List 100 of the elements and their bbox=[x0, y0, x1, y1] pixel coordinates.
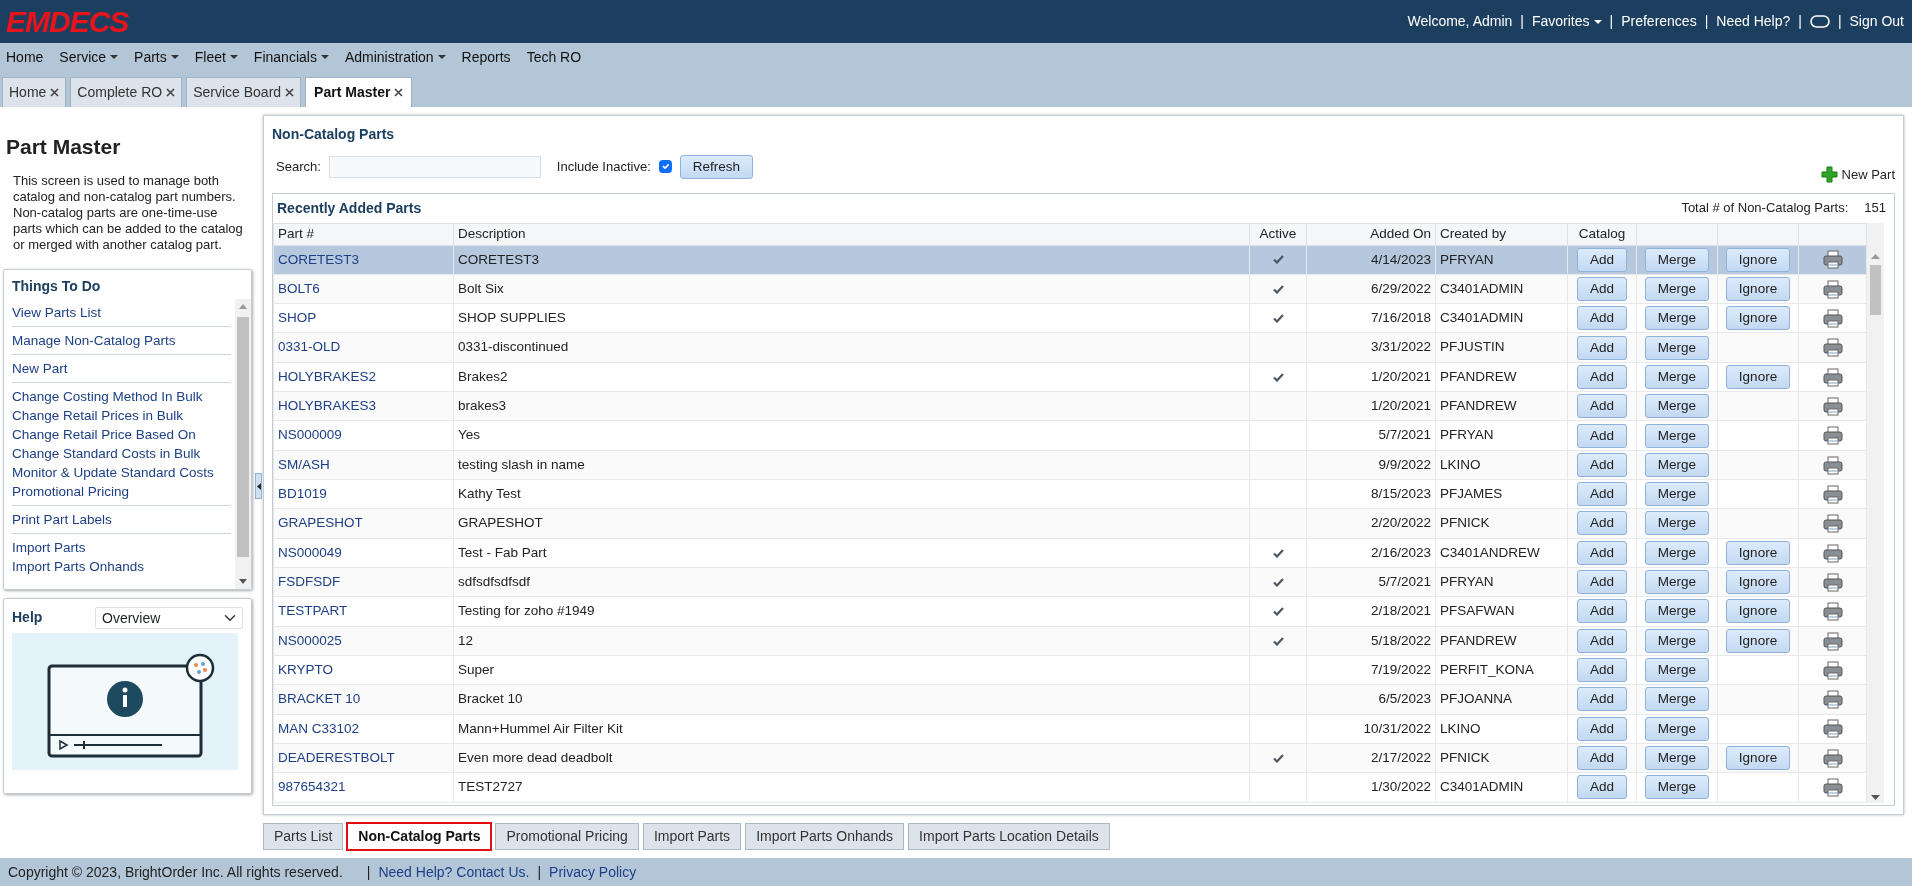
printer-icon[interactable] bbox=[1822, 338, 1843, 358]
part-link[interactable]: KRYPTO bbox=[278, 661, 334, 677]
printer-icon[interactable] bbox=[1822, 602, 1843, 622]
table-row[interactable]: BD1019 Kathy Test 8/15/2023 PFJAMES Add Merge bbox=[273, 479, 1867, 509]
merge-button[interactable]: Merge bbox=[1644, 335, 1710, 360]
merge-button[interactable]: Merge bbox=[1644, 775, 1710, 800]
add-button[interactable]: Add bbox=[1577, 364, 1627, 389]
add-button[interactable]: Add bbox=[1577, 335, 1627, 360]
printer-icon[interactable] bbox=[1822, 279, 1843, 299]
tab[interactable]: Import Parts bbox=[642, 823, 742, 850]
collapse-handle[interactable] bbox=[255, 473, 262, 499]
menu-item[interactable]: Administration bbox=[344, 46, 446, 68]
table-row[interactable]: CORETEST3 CORETEST3 4/14/2023 PFRYAN Add Merge Ignore bbox=[273, 245, 1867, 275]
add-button[interactable]: Add bbox=[1577, 687, 1627, 712]
ignore-button[interactable]: Ignore bbox=[1725, 276, 1791, 301]
add-button[interactable]: Add bbox=[1577, 540, 1627, 565]
printer-icon[interactable] bbox=[1822, 309, 1843, 329]
menu-item[interactable]: Fleet bbox=[194, 46, 238, 68]
header-link[interactable]: Preferences bbox=[1621, 11, 1697, 32]
task-link[interactable]: Manage Non-Catalog Parts bbox=[12, 330, 231, 350]
ignore-button[interactable]: Ignore bbox=[1725, 628, 1791, 653]
favorites-menu[interactable]: Favorites bbox=[1531, 11, 1602, 32]
printer-icon[interactable] bbox=[1822, 719, 1843, 739]
scrollbar[interactable] bbox=[1867, 222, 1884, 803]
printer-icon[interactable] bbox=[1822, 426, 1843, 446]
close-icon[interactable] bbox=[50, 88, 60, 97]
task-link[interactable]: Change Costing Method In Bulk bbox=[12, 386, 231, 406]
refresh-button[interactable]: Refresh bbox=[679, 154, 754, 179]
printer-icon[interactable] bbox=[1822, 748, 1843, 768]
merge-button[interactable]: Merge bbox=[1644, 687, 1710, 712]
task-link[interactable]: Change Retail Price Based On bbox=[12, 424, 231, 444]
printer-icon[interactable] bbox=[1822, 484, 1843, 504]
tab[interactable]: Home bbox=[2, 77, 67, 107]
add-button[interactable]: Add bbox=[1577, 599, 1627, 624]
table-row[interactable]: KRYPTO Super 7/19/2022 PERFIT_KONA Add Merge bbox=[273, 655, 1867, 685]
header-link[interactable]: Sign Out bbox=[1849, 11, 1904, 32]
ignore-button[interactable]: Ignore bbox=[1725, 364, 1791, 389]
part-link[interactable]: BD1019 bbox=[278, 486, 327, 502]
close-icon[interactable] bbox=[394, 88, 404, 97]
ignore-button[interactable]: Ignore bbox=[1725, 745, 1791, 770]
task-link[interactable]: Promotional Pricing bbox=[12, 481, 231, 501]
tab[interactable]: Service Board bbox=[186, 77, 302, 107]
table-row[interactable]: DEADERESTBOLT Even more dead deadbolt 2/17/2022 PFNICK Add Merge Ignore bbox=[273, 743, 1867, 773]
tab[interactable]: Complete RO bbox=[70, 77, 183, 107]
table-row[interactable]: HOLYBRAKES3 brakes3 1/20/2021 PFANDREW Add Merge bbox=[273, 391, 1867, 421]
menu-item[interactable]: Reports bbox=[461, 46, 511, 68]
topic-select[interactable]: Overview bbox=[95, 606, 243, 629]
search-field[interactable] bbox=[328, 155, 541, 178]
printer-icon[interactable] bbox=[1822, 572, 1843, 592]
toggle-icon[interactable] bbox=[1809, 15, 1830, 28]
merge-button[interactable]: Merge bbox=[1644, 482, 1710, 507]
table-row[interactable]: BRACKET 10 Bracket 10 6/5/2023 PFJOANNA Add Merge bbox=[273, 684, 1867, 714]
printer-icon[interactable] bbox=[1822, 367, 1843, 387]
tab[interactable]: Part Master bbox=[305, 77, 413, 107]
merge-button[interactable]: Merge bbox=[1644, 745, 1710, 770]
menu-item[interactable]: Tech RO bbox=[526, 46, 582, 68]
table-row[interactable]: NS000049 Test - Fab Part 2/16/2023 C3401ANDREW Add Merge Ignore bbox=[273, 538, 1867, 568]
add-button[interactable]: Add bbox=[1577, 628, 1627, 653]
merge-button[interactable]: Merge bbox=[1644, 511, 1710, 536]
add-button[interactable]: Add bbox=[1577, 658, 1627, 683]
printer-icon[interactable] bbox=[1822, 778, 1843, 798]
merge-button[interactable]: Merge bbox=[1644, 276, 1710, 301]
ignore-button[interactable]: Ignore bbox=[1725, 570, 1791, 595]
part-link[interactable]: BOLT6 bbox=[278, 280, 320, 296]
add-button[interactable]: Add bbox=[1577, 306, 1627, 331]
printer-icon[interactable] bbox=[1822, 631, 1843, 651]
part-link[interactable]: SHOP bbox=[278, 310, 317, 326]
close-icon[interactable] bbox=[285, 88, 295, 97]
table-row[interactable]: BOLT6 Bolt Six 6/29/2022 C3401ADMIN Add Merge Ignore bbox=[273, 274, 1867, 304]
part-link[interactable]: 0331-OLD bbox=[278, 339, 341, 355]
add-button[interactable]: Add bbox=[1577, 452, 1627, 477]
menu-item[interactable]: Parts bbox=[134, 46, 179, 68]
printer-icon[interactable] bbox=[1822, 397, 1843, 417]
tab[interactable]: Import Parts Location Details bbox=[908, 823, 1110, 850]
printer-icon[interactable] bbox=[1822, 543, 1843, 563]
table-row[interactable]: NS000009 Yes 5/7/2021 PFRYAN Add Merge bbox=[273, 420, 1867, 451]
task-link[interactable]: Import Parts Onhands bbox=[12, 556, 235, 576]
ignore-button[interactable]: Ignore bbox=[1725, 306, 1791, 331]
add-button[interactable]: Add bbox=[1577, 482, 1627, 507]
part-link[interactable]: FSDFSDF bbox=[278, 573, 341, 589]
merge-button[interactable]: Merge bbox=[1644, 306, 1710, 331]
table-row[interactable]: HOLYBRAKES2 Brakes2 1/20/2021 PFANDREW Add Merge Ignore bbox=[273, 362, 1867, 392]
add-button[interactable]: Add bbox=[1577, 716, 1627, 741]
ignore-button[interactable]: Ignore bbox=[1725, 247, 1791, 272]
task-link[interactable]: Change Standard Costs in Bulk bbox=[12, 443, 231, 463]
table-row[interactable]: 0331-OLD 0331-discontinued 3/31/2022 PFJUSTIN Add Merge bbox=[273, 332, 1867, 363]
footer-link[interactable]: Need Help? Contact Us. bbox=[378, 861, 530, 883]
task-link[interactable]: Print Part Labels bbox=[12, 509, 231, 529]
footer-link[interactable]: Privacy Policy bbox=[549, 861, 637, 883]
header-link[interactable]: Need Help? bbox=[1716, 11, 1791, 32]
part-link[interactable]: NS000009 bbox=[278, 427, 342, 443]
table-row[interactable]: 987654321 TEST2727 1/30/2022 C3401ADMIN Add Merge bbox=[273, 772, 1867, 802]
printer-icon[interactable] bbox=[1822, 690, 1843, 710]
menu-item[interactable]: Service bbox=[59, 46, 119, 68]
table-row[interactable]: SM/ASH testing slash in name 9/9/2022 LKINO Add Merge bbox=[273, 450, 1867, 480]
add-button[interactable]: Add bbox=[1577, 394, 1627, 419]
task-link[interactable]: View Parts List bbox=[12, 302, 231, 322]
printer-icon[interactable] bbox=[1822, 660, 1843, 680]
menu-item[interactable]: Home bbox=[6, 46, 44, 68]
ignore-button[interactable]: Ignore bbox=[1725, 540, 1791, 565]
